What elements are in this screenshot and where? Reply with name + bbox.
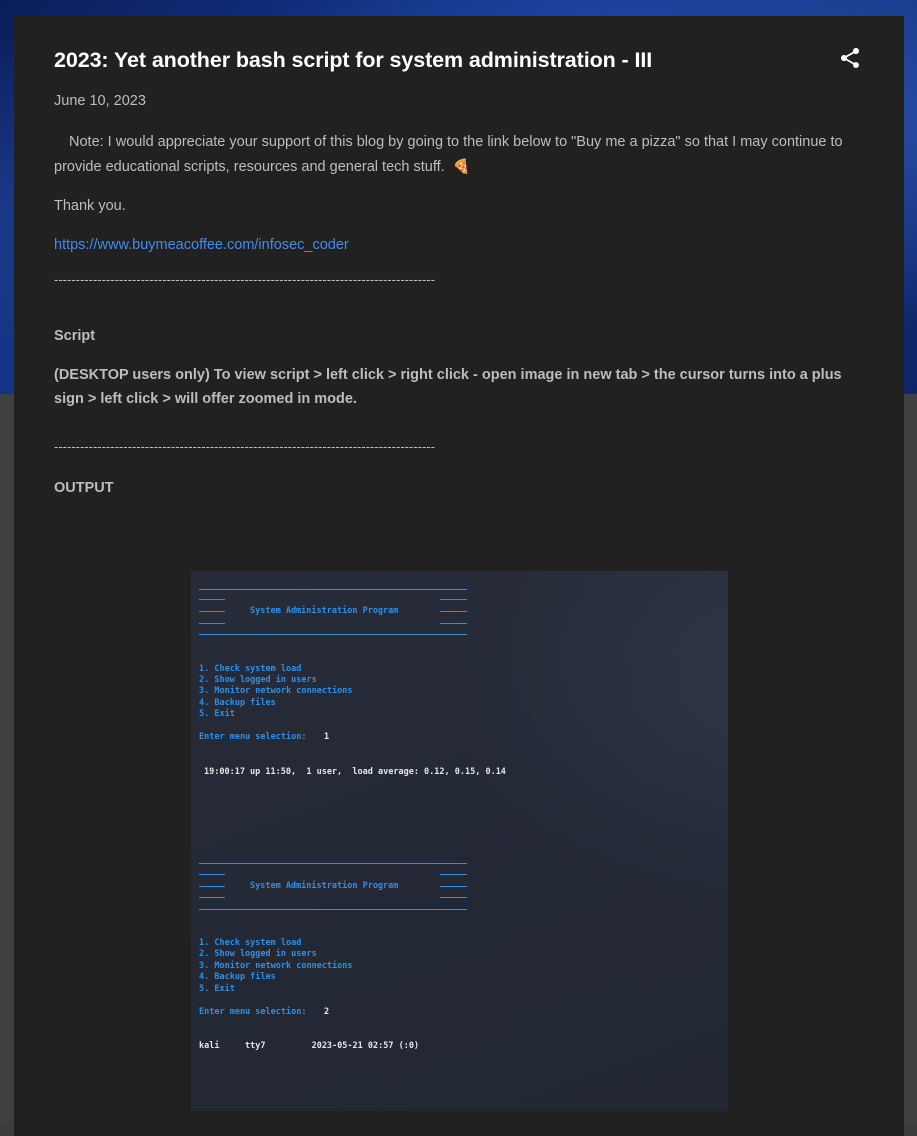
banner-rule — [199, 634, 467, 635]
banner-rule — [440, 886, 467, 887]
menu-item: 3. Monitor network connections — [199, 686, 353, 696]
menu-item: 4. Backup files — [199, 698, 276, 708]
banner-title: System Administration Program — [250, 606, 399, 616]
banner-rule — [199, 909, 467, 910]
menu-item: 2. Show logged in users — [199, 675, 317, 685]
menu-selection: 2 — [324, 1007, 330, 1017]
menu-item: 3. Monitor network connections — [199, 961, 353, 971]
buymeacoffee-link[interactable]: https://www.buymeacoffee.com/infosec_cod… — [54, 233, 349, 257]
thanks-text: Thank you. — [54, 198, 126, 214]
banner-rule — [440, 623, 467, 624]
post-date: June 10, 2023 — [54, 93, 146, 109]
menu-item: 1. Check system load — [199, 938, 302, 948]
menu-item: 5. Exit — [199, 709, 235, 719]
banner-rule — [199, 874, 225, 875]
banner-title: System Administration Program — [250, 881, 399, 891]
post-card: 2023: Yet another bash script for system… — [14, 16, 904, 1136]
banner-rule — [440, 611, 467, 612]
banner-rule — [199, 897, 225, 898]
banner-rule — [199, 589, 467, 590]
menu-prompt: Enter menu selection: — [199, 732, 307, 742]
support-note-text: Note: I would appreciate your support of… — [54, 134, 843, 175]
banner-rule — [440, 599, 467, 600]
script-heading: Script — [54, 328, 96, 344]
menu-selection: 1 — [324, 732, 330, 742]
banner-rule — [199, 611, 225, 612]
divider: ----------------------------------------… — [54, 272, 435, 287]
output-heading: OUTPUT — [54, 480, 114, 496]
banner-rule — [440, 897, 467, 898]
who-output: kali tty7 2023-05-21 02:57 (:0) — [199, 1041, 420, 1051]
pizza-icon: 🍕 — [452, 158, 471, 174]
banner-rule — [440, 874, 467, 875]
menu-item: 4. Backup files — [199, 972, 276, 982]
banner-rule — [199, 599, 225, 600]
title-row: 2023: Yet another bash script for system… — [54, 46, 864, 74]
terminal-screenshot[interactable]: System Administration Program 1. Check s… — [191, 571, 728, 1111]
menu-item: 5. Exit — [199, 984, 235, 994]
menu-prompt: Enter menu selection: — [199, 1007, 307, 1017]
support-note: Note: I would appreciate your support of… — [54, 130, 864, 179]
uptime-output: 19:00:17 up 11:50, 1 user, load average:… — [204, 767, 506, 777]
post-title[interactable]: 2023: Yet another bash script for system… — [54, 46, 652, 74]
share-icon[interactable] — [838, 46, 862, 70]
banner-rule — [199, 886, 225, 887]
menu-item: 1. Check system load — [199, 664, 302, 674]
divider: ----------------------------------------… — [54, 439, 435, 454]
banner-rule — [199, 623, 225, 624]
banner-rule — [199, 863, 467, 864]
desktop-instructions: (DESKTOP users only) To view script > le… — [54, 367, 842, 407]
menu-item: 2. Show logged in users — [199, 949, 317, 959]
